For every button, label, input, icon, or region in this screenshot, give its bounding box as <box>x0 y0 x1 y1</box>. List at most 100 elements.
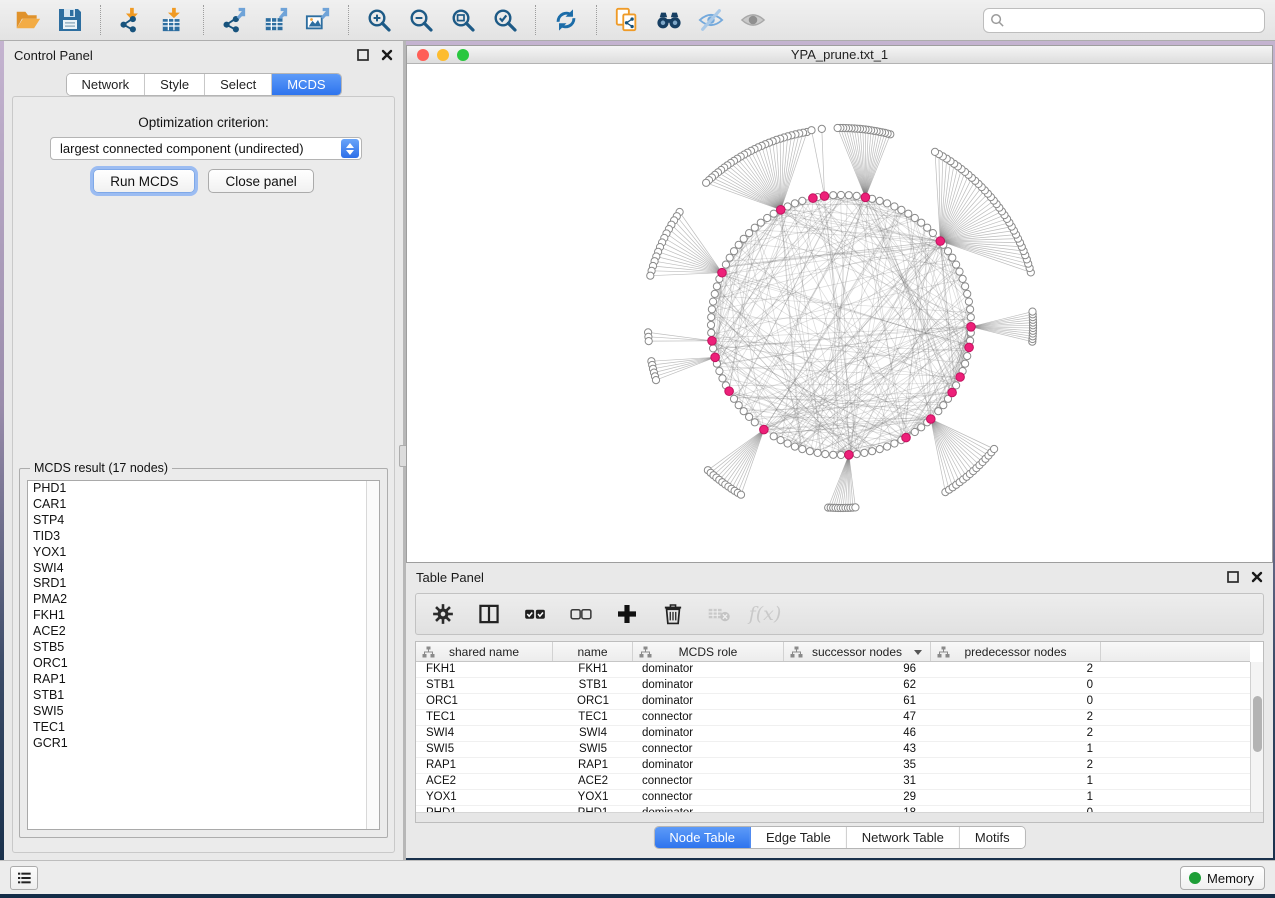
table-cell[interactable]: TEC1 <box>416 710 553 725</box>
table-cell[interactable]: 47 <box>784 710 931 725</box>
task-history-button[interactable] <box>10 866 38 890</box>
float-panel-icon[interactable] <box>357 49 369 61</box>
table-cell[interactable]: 62 <box>784 678 931 693</box>
table-cell[interactable]: dominator <box>633 678 784 693</box>
table-cell[interactable]: 35 <box>784 758 931 773</box>
table-row[interactable]: FKH1FKH1dominator962 <box>416 662 1250 678</box>
table-cell[interactable]: 46 <box>784 726 931 741</box>
tab-network[interactable]: Network <box>66 74 145 95</box>
mcds-result-item[interactable]: STB5 <box>28 640 379 656</box>
mcds-result-item[interactable]: SRD1 <box>28 576 379 592</box>
delete-column-button[interactable] <box>658 599 688 629</box>
mcds-list-scrollbar[interactable] <box>366 481 379 829</box>
export-table-button[interactable] <box>258 4 294 36</box>
table-cell[interactable]: 1 <box>931 790 1101 805</box>
settings-button[interactable] <box>428 599 458 629</box>
column-header-MCDS-role[interactable]: MCDS role <box>633 642 784 661</box>
memory-button[interactable]: Memory <box>1180 866 1265 890</box>
open-session-button[interactable] <box>10 4 46 36</box>
zoom-fit-button[interactable] <box>445 4 481 36</box>
column-header-shared-name[interactable]: shared name <box>416 642 553 661</box>
import-network-button[interactable] <box>113 4 149 36</box>
mcds-result-item[interactable]: PMA2 <box>28 592 379 608</box>
table-cell[interactable]: SWI4 <box>416 726 553 741</box>
mcds-result-item[interactable]: GCR1 <box>28 736 379 752</box>
table-scrollbar[interactable] <box>1250 662 1263 822</box>
column-header-name[interactable]: name <box>553 642 633 661</box>
table-cell[interactable]: connector <box>633 742 784 757</box>
table-cell[interactable]: STB1 <box>553 678 633 693</box>
table-cell[interactable]: connector <box>633 710 784 725</box>
table-cell[interactable]: RAP1 <box>416 758 553 773</box>
table-scrollbar-thumb[interactable] <box>1253 696 1262 752</box>
mcds-result-item[interactable]: ORC1 <box>28 656 379 672</box>
export-network-button[interactable] <box>216 4 252 36</box>
import-table-button[interactable] <box>155 4 191 36</box>
zoom-selected-button[interactable] <box>487 4 523 36</box>
table-cell[interactable]: 0 <box>931 694 1101 709</box>
table-cell[interactable]: 29 <box>784 790 931 805</box>
network-graph[interactable] <box>407 65 1272 563</box>
tab-select[interactable]: Select <box>205 74 272 95</box>
split-panel-button[interactable] <box>474 599 504 629</box>
apply-layout-button[interactable] <box>548 4 584 36</box>
table-cell[interactable]: ACE2 <box>416 774 553 789</box>
table-row[interactable]: SWI5SWI5connector431 <box>416 742 1250 758</box>
toggle-visibility-button[interactable] <box>693 4 729 36</box>
close-panel-icon[interactable] <box>381 49 393 61</box>
table-row[interactable]: ACE2ACE2connector311 <box>416 774 1250 790</box>
optimization-select[interactable]: largest connected component (undirected) <box>50 137 362 160</box>
table-cell[interactable]: TEC1 <box>553 710 633 725</box>
mcds-result-item[interactable]: STP4 <box>28 513 379 529</box>
close-panel-icon[interactable] <box>1251 571 1263 583</box>
column-header-predecessor-nodes[interactable]: predecessor nodes <box>931 642 1101 661</box>
mcds-result-item[interactable]: YOX1 <box>28 545 379 561</box>
table-cell[interactable]: 61 <box>784 694 931 709</box>
tab-node-table[interactable]: Node Table <box>654 827 751 848</box>
table-cell[interactable]: SWI4 <box>553 726 633 741</box>
mcds-result-item[interactable]: FKH1 <box>28 608 379 624</box>
column-header-successor-nodes[interactable]: successor nodes <box>784 642 931 661</box>
mcds-result-list[interactable]: PHD1CAR1STP4TID3YOX1SWI4SRD1PMA2FKH1ACE2… <box>27 480 380 830</box>
search-input[interactable] <box>983 8 1265 33</box>
table-cell[interactable]: 2 <box>931 726 1101 741</box>
select-all-button[interactable] <box>520 599 550 629</box>
mcds-result-item[interactable]: TID3 <box>28 529 379 545</box>
table-cell[interactable]: 1 <box>931 774 1101 789</box>
tab-edge-table[interactable]: Edge Table <box>751 827 847 848</box>
table-cell[interactable]: ORC1 <box>553 694 633 709</box>
table-row[interactable]: TEC1TEC1connector472 <box>416 710 1250 726</box>
tab-mcds[interactable]: MCDS <box>272 74 340 95</box>
table-cell[interactable]: 43 <box>784 742 931 757</box>
table-cell[interactable]: YOX1 <box>553 790 633 805</box>
table-row[interactable]: STB1STB1dominator620 <box>416 678 1250 694</box>
mcds-result-item[interactable]: SWI5 <box>28 704 379 720</box>
table-cell[interactable]: dominator <box>633 694 784 709</box>
tab-motifs[interactable]: Motifs <box>960 827 1025 848</box>
table-row[interactable]: SWI4SWI4dominator462 <box>416 726 1250 742</box>
table-cell[interactable]: FKH1 <box>416 662 553 677</box>
table-cell[interactable]: ACE2 <box>553 774 633 789</box>
zoom-out-button[interactable] <box>403 4 439 36</box>
preview-button[interactable] <box>735 4 771 36</box>
add-column-button[interactable] <box>612 599 642 629</box>
deselect-all-button[interactable] <box>566 599 596 629</box>
table-cell[interactable]: 2 <box>931 662 1101 677</box>
table-row[interactable]: ORC1ORC1dominator610 <box>416 694 1250 710</box>
run-mcds-button[interactable]: Run MCDS <box>93 169 195 193</box>
table-cell[interactable]: FKH1 <box>553 662 633 677</box>
table-cell[interactable]: YOX1 <box>416 790 553 805</box>
save-session-button[interactable] <box>52 4 88 36</box>
table-cell[interactable]: connector <box>633 790 784 805</box>
table-cell[interactable]: RAP1 <box>553 758 633 773</box>
float-panel-icon[interactable] <box>1227 571 1239 583</box>
mcds-result-item[interactable]: CAR1 <box>28 497 379 513</box>
table-cell[interactable]: ORC1 <box>416 694 553 709</box>
mcds-result-item[interactable]: TEC1 <box>28 720 379 736</box>
zoom-in-button[interactable] <box>361 4 397 36</box>
mcds-result-item[interactable]: RAP1 <box>28 672 379 688</box>
mcds-result-item[interactable]: SWI4 <box>28 561 379 577</box>
tab-network-table[interactable]: Network Table <box>847 827 960 848</box>
table-cell[interactable]: dominator <box>633 726 784 741</box>
table-cell[interactable]: 2 <box>931 710 1101 725</box>
